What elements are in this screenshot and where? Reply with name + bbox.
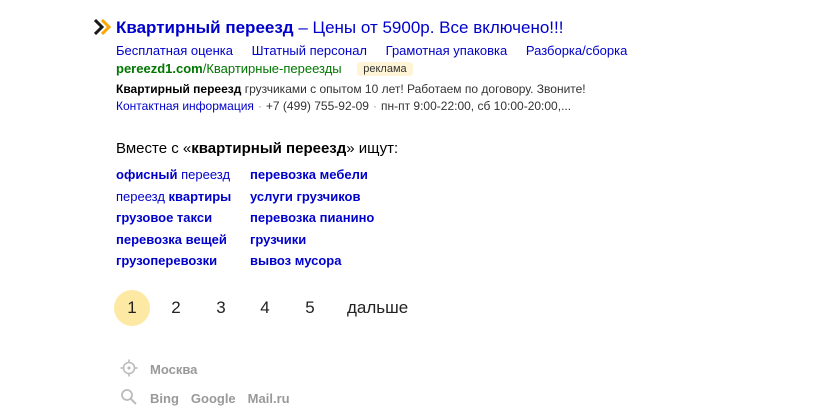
ad-badge: реклама	[357, 62, 413, 76]
engine-link-bing[interactable]: Bing	[150, 391, 179, 406]
region-row: Москва	[120, 359, 209, 378]
page-link[interactable]: 3	[211, 290, 231, 326]
next-page-link[interactable]: дальше	[347, 290, 408, 326]
region-link[interactable]: Москва	[150, 362, 197, 377]
page-link[interactable]: 2	[166, 290, 186, 326]
related-link[interactable]: перевозка мебели	[250, 164, 374, 186]
related-link[interactable]: грузовое такси	[116, 207, 231, 229]
related-heading: Вместе с «квартирный переезд» ищут:	[116, 140, 399, 157]
contact-info-link[interactable]: Контактная информация	[116, 99, 254, 113]
related-query: квартирный переезд	[191, 140, 347, 157]
related-link[interactable]: переезд квартиры	[116, 186, 231, 208]
sitelink[interactable]: Грамотная упаковка	[386, 43, 508, 58]
ad-title-rest: – Цены от 5900р. Все включено!!!	[293, 18, 564, 37]
ad-sitelinks: Бесплатная оценка Штатный персонал Грамо…	[116, 43, 642, 59]
related-link[interactable]: грузчики	[250, 229, 374, 251]
ad-url-row: pereezd1.com/Квартирные-переезды реклама	[116, 61, 413, 77]
related-link[interactable]: вывоз мусора	[250, 250, 374, 272]
ad-title-bold: Квартирный переезд	[116, 18, 294, 37]
engine-link-mailru[interactable]: Mail.ru	[248, 391, 290, 406]
working-hours: пн-пт 9:00-22:00, сб 10:00-20:00,...	[380, 99, 572, 113]
search-icon	[121, 389, 137, 405]
other-engines-row: Bing Google Mail.ru	[120, 388, 302, 407]
snippet-rest: грузчиками с опытом 10 лет! Работаем по …	[241, 82, 586, 96]
snippet-bold: Квартирный переезд	[116, 82, 242, 96]
ad-title-link[interactable]: Квартирный переезд – Цены от 5900р. Все …	[116, 17, 563, 39]
related-link[interactable]: перевозка пианино	[250, 207, 374, 229]
page-current: 1	[114, 290, 150, 326]
ad-contact-row: Контактная информация · +7 (499) 755-92-09…	[116, 99, 572, 113]
related-column-1: офисный переезд переезд квартиры грузово…	[116, 164, 231, 272]
phone-number: +7 (499) 755-92-09	[265, 99, 369, 113]
sitelink[interactable]: Разборка/сборка	[526, 43, 627, 58]
related-link[interactable]: грузоперевозки	[116, 250, 231, 272]
page-link[interactable]: 4	[255, 290, 275, 326]
related-link[interactable]: офисный переезд	[116, 164, 231, 186]
location-target-icon	[120, 359, 138, 377]
double-chevron-icon	[94, 19, 112, 35]
ad-url-path[interactable]: /Квартирные-переезды	[203, 61, 342, 76]
page-link[interactable]: 5	[300, 290, 320, 326]
sitelink[interactable]: Бесплатная оценка	[116, 43, 233, 58]
related-link[interactable]: перевозка вещей	[116, 229, 231, 251]
engine-link-google[interactable]: Google	[191, 391, 236, 406]
ad-url-domain[interactable]: pereezd1.com	[116, 61, 203, 76]
related-column-2: перевозка мебели услуги грузчиков перево…	[250, 164, 374, 272]
related-link[interactable]: услуги грузчиков	[250, 186, 374, 208]
sitelink[interactable]: Штатный персонал	[252, 43, 367, 58]
ad-snippet: Квартирный переезд грузчиками с опытом 1…	[116, 81, 586, 97]
